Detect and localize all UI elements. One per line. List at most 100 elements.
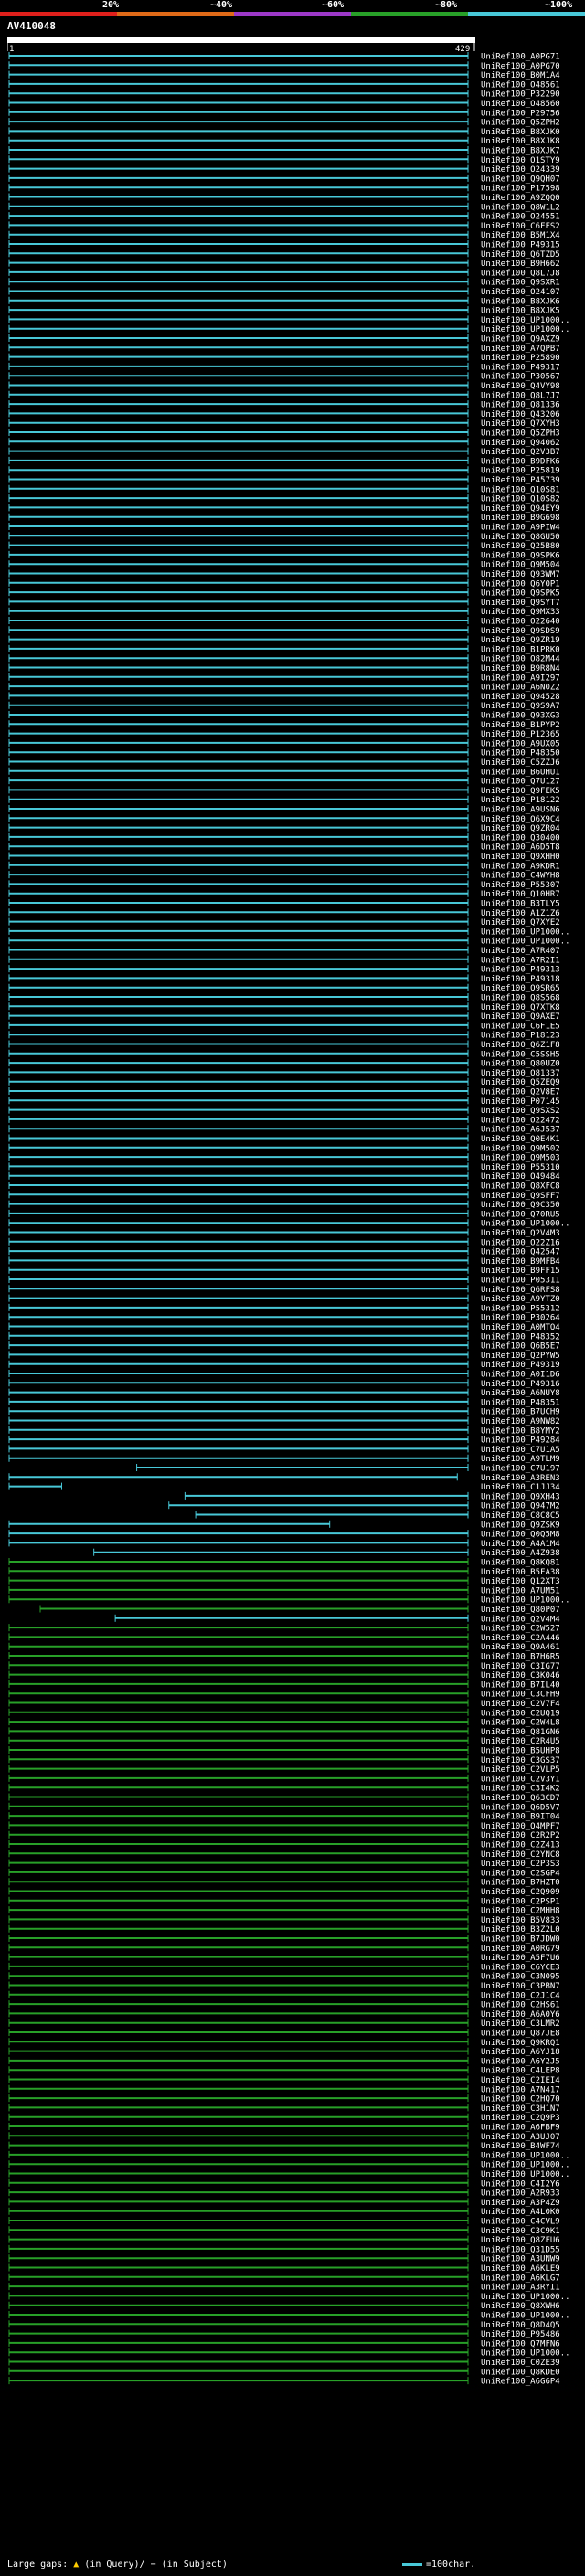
hit-row: UniRef100_UP1000.. xyxy=(8,937,570,947)
hit-label: UniRef100_Q81GN6 xyxy=(481,1728,560,1737)
hit-label: UniRef100_Q6D5V7 xyxy=(481,1803,560,1812)
hit-label: UniRef100_C2HQ70 xyxy=(481,2095,560,2104)
hit-row: UniRef100_C2YNC8 xyxy=(8,1850,560,1860)
hit-row: UniRef100_A0PG70 xyxy=(8,61,560,71)
hit-label: UniRef100_Q9KRQ1 xyxy=(481,2039,560,2048)
hit-row: UniRef100_A9KDR1 xyxy=(8,861,560,871)
hit-label: UniRef100_A3RYI1 xyxy=(481,2284,560,2293)
hit-row: UniRef100_UP1000.. xyxy=(8,2169,570,2179)
hit-label: UniRef100_C7U197 xyxy=(481,1465,560,1474)
hit-label: UniRef100_C2Z413 xyxy=(481,1841,560,1850)
hit-row: UniRef100_B8XJK5 xyxy=(8,306,560,316)
hit-label: UniRef100_C2R4U5 xyxy=(481,1737,560,1746)
hit-row: UniRef100_B9DFK6 xyxy=(8,456,560,466)
hit-row: UniRef100_P49316 xyxy=(8,1379,560,1389)
hit-label: UniRef100_Q63CD7 xyxy=(481,1794,560,1803)
hit-label: UniRef100_C6F1E5 xyxy=(481,1022,560,1031)
hit-row: UniRef100_Q70RU5 xyxy=(8,1209,560,1219)
hit-row: UniRef100_Q9ZR19 xyxy=(8,635,560,645)
hit-label: UniRef100_Q93XG3 xyxy=(481,712,560,721)
hit-row: UniRef100_B9IT04 xyxy=(8,1812,560,1822)
hit-row: UniRef100_P55312 xyxy=(8,1303,560,1313)
hit-row: UniRef100_C2Q909 xyxy=(8,1887,560,1897)
hit-row: UniRef100_UP1000.. xyxy=(8,315,570,325)
hit-label: UniRef100_A0MTQ4 xyxy=(481,1323,560,1332)
hit-row: UniRef100_B5UHP8 xyxy=(8,1746,560,1756)
hit-row: UniRef100_Q81GN6 xyxy=(8,1727,560,1737)
hit-label: UniRef100_O24551 xyxy=(481,213,560,222)
hit-row: UniRef100_P30264 xyxy=(8,1313,560,1323)
hit-label: UniRef100_Q9FEK5 xyxy=(481,787,560,796)
hit-row: UniRef100_Q93WM7 xyxy=(8,569,560,579)
hit-row: UniRef100_O49484 xyxy=(8,1171,560,1182)
hit-label: UniRef100_Q2V4M3 xyxy=(481,1229,560,1238)
hit-label: UniRef100_Q25B80 xyxy=(481,542,560,551)
large-gaps-legend: Large gaps: ▲ (in Query)/ − (in Subject) xyxy=(7,2560,228,2570)
hit-label: UniRef100_B7JDW0 xyxy=(481,1935,560,1945)
hit-row: UniRef100_C2V7F4 xyxy=(8,1699,560,1709)
hit-label: UniRef100_Q8KQ81 xyxy=(481,1559,560,1568)
hit-row: UniRef100_Q43206 xyxy=(8,409,560,419)
hit-label: UniRef100_UP1000.. xyxy=(481,2151,570,2160)
hit-row: UniRef100_B4WF74 xyxy=(8,2141,560,2151)
hit-label: UniRef100_B3Z2L0 xyxy=(481,1925,560,1935)
hit-row: UniRef100_C4LEP8 xyxy=(8,2066,560,2076)
hit-label: UniRef100_A4Z938 xyxy=(481,1549,560,1558)
hit-row: UniRef100_Q7MFN6 xyxy=(8,2338,560,2348)
hit-label: UniRef100_Q8GU50 xyxy=(481,533,560,542)
hit-label: UniRef100_P45739 xyxy=(481,476,560,485)
hit-row: UniRef100_C2A446 xyxy=(8,1633,560,1643)
hit-row: UniRef100_C7U197 xyxy=(136,1464,560,1474)
hit-label: UniRef100_P17598 xyxy=(481,185,560,194)
hit-label: UniRef100_Q8W1L2 xyxy=(481,203,560,212)
hit-row: UniRef100_B7JDW0 xyxy=(8,1935,560,1945)
hit-label: UniRef100_C8C8C5 xyxy=(481,1511,560,1521)
hit-row: UniRef100_Q8XWH6 xyxy=(8,2301,560,2311)
hit-label: UniRef100_C2W527 xyxy=(481,1625,560,1634)
hit-label: UniRef100_Q9SPK5 xyxy=(481,589,560,599)
hit-label: UniRef100_P49284 xyxy=(481,1436,560,1446)
hit-label: UniRef100_B9IT04 xyxy=(481,1813,560,1822)
hit-row: UniRef100_C5ZZJ6 xyxy=(8,758,560,768)
hit-row: UniRef100_A6A0Y6 xyxy=(8,2009,560,2019)
hit-row: UniRef100_Q81336 xyxy=(8,400,560,410)
hit-label: UniRef100_P95486 xyxy=(481,2330,560,2339)
alignment-hits: UniRef100_A0PG71UniRef100_A0PG70UniRef10… xyxy=(8,52,570,2387)
hit-row: UniRef100_C2VLP5 xyxy=(8,1765,560,1775)
hit-label: UniRef100_A6Y2J5 xyxy=(481,2057,560,2066)
hit-label: UniRef100_P12365 xyxy=(481,730,560,739)
hit-label: UniRef100_Q80UZ0 xyxy=(481,1060,560,1069)
hit-row: UniRef100_Q9C350 xyxy=(8,1200,560,1210)
hit-label: UniRef100_C3GS37 xyxy=(481,1756,560,1765)
hit-row: UniRef100_B7HZT0 xyxy=(8,1878,560,1888)
hit-row: UniRef100_A6N0Z2 xyxy=(8,683,560,693)
hit-row: UniRef100_A7N417 xyxy=(8,2084,560,2094)
hit-row: UniRef100_Q9ZR04 xyxy=(8,823,560,833)
hit-label: UniRef100_A9NW82 xyxy=(481,1417,560,1426)
hit-row: UniRef100_Q8KQ81 xyxy=(8,1558,560,1568)
gap-subject-marker-icon: − xyxy=(150,2560,156,2570)
hit-row: UniRef100_P49318 xyxy=(8,974,560,984)
hit-row: UniRef100_A7R407 xyxy=(8,946,560,956)
hit-label: UniRef100_B9G698 xyxy=(481,514,560,523)
hit-label: UniRef100_Q94062 xyxy=(481,439,560,448)
hit-row: UniRef100_C3CFH9 xyxy=(8,1690,560,1700)
hit-row: UniRef100_C2UQ19 xyxy=(8,1708,560,1718)
hit-row: UniRef100_O24107 xyxy=(8,287,560,297)
hit-label: UniRef100_A3P4Z9 xyxy=(481,2199,560,2208)
hit-row: UniRef100_A2R933 xyxy=(8,2189,560,2199)
hit-label: UniRef100_Q2V8E7 xyxy=(481,1088,560,1097)
hit-row: UniRef100_Q7XYH3 xyxy=(8,419,560,429)
hit-row: UniRef100_P49315 xyxy=(8,240,560,250)
hit-row: UniRef100_P29756 xyxy=(8,108,560,118)
hit-label: UniRef100_B9DFK6 xyxy=(481,457,560,466)
hit-row: UniRef100_Q8D4Q5 xyxy=(8,2320,560,2330)
hit-label: UniRef100_B9R8N4 xyxy=(481,664,560,673)
hit-label: UniRef100_O82M44 xyxy=(481,655,560,664)
hit-row: UniRef100_Q4VY98 xyxy=(8,381,560,391)
hit-row: UniRef100_A9TLM9 xyxy=(8,1454,560,1464)
hit-label: UniRef100_O22Z16 xyxy=(481,1238,560,1247)
hit-row: UniRef100_Q5ZEQ9 xyxy=(8,1077,560,1087)
hit-label: UniRef100_C4LEP8 xyxy=(481,2067,560,2076)
hit-label: UniRef100_C0ZE39 xyxy=(481,2359,560,2368)
